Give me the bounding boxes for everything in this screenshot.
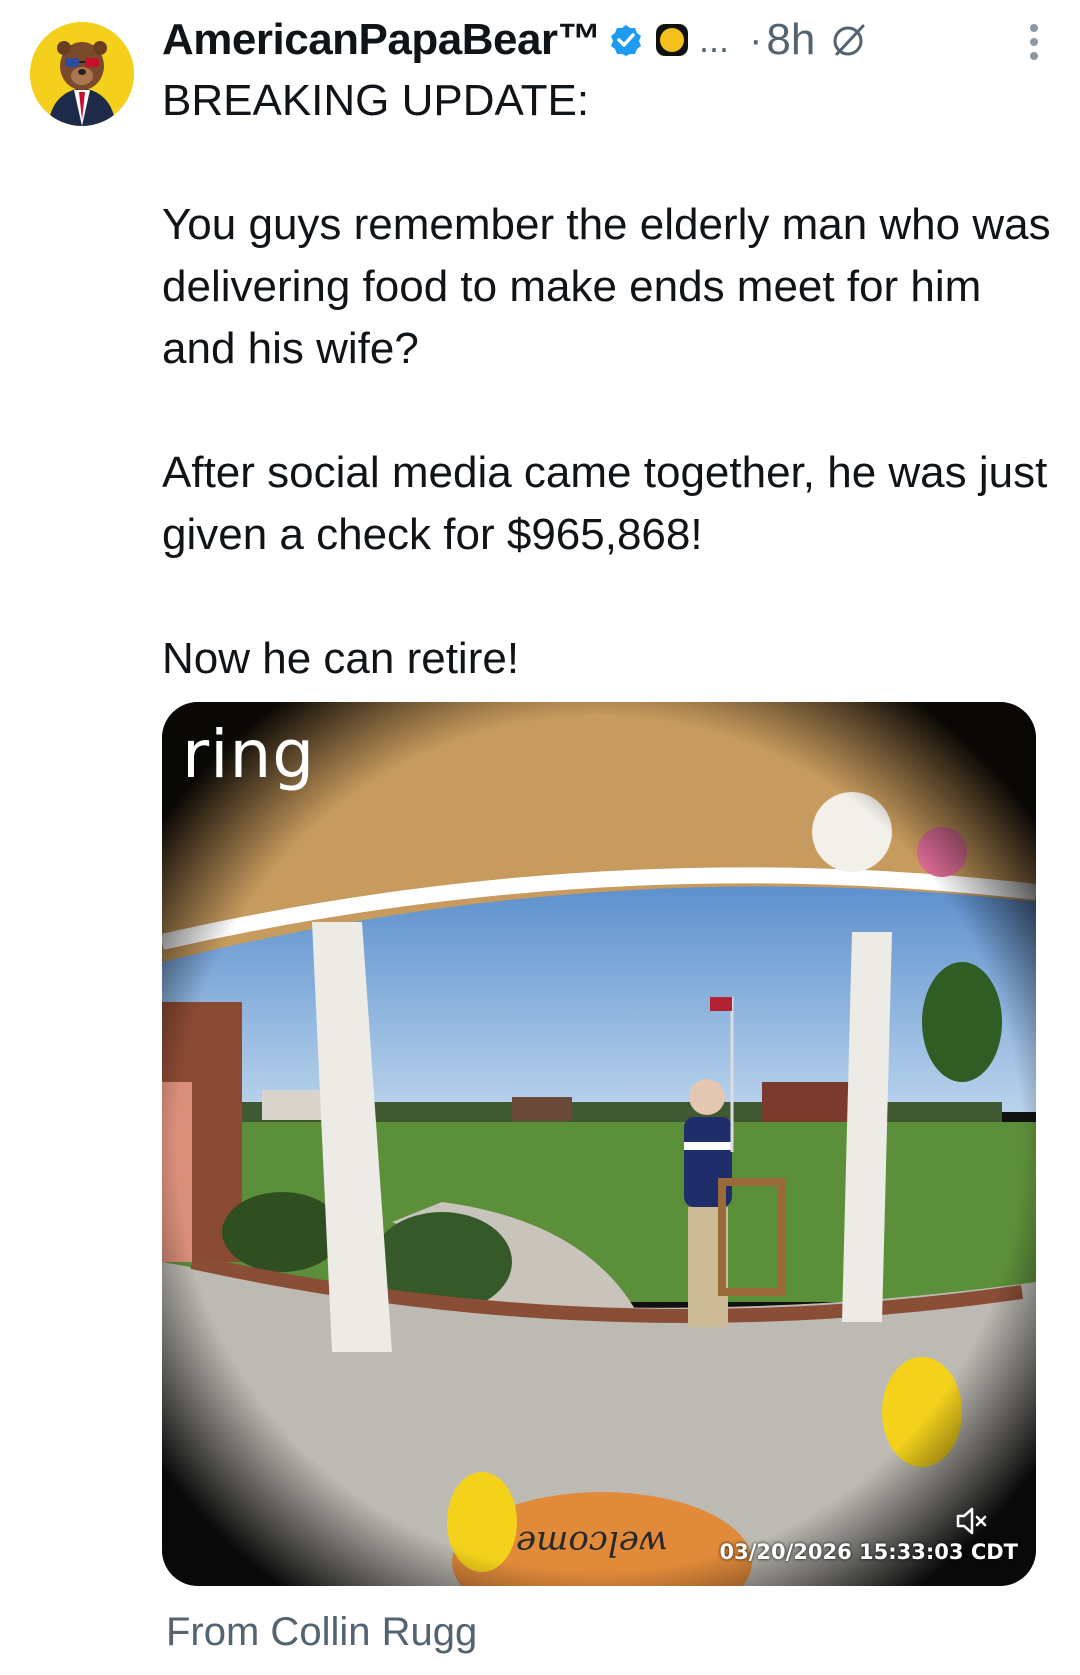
display-name[interactable]: AmericanPapaBear™	[162, 15, 602, 65]
video-player[interactable]: welcome ring 03/20/2026 15:33:03 CDT	[162, 702, 1036, 1586]
doorbell-video-frame: welcome	[162, 702, 1036, 1586]
video-timestamp: 03/20/2026 15:33:03 CDT	[719, 1540, 1019, 1564]
tweet-paragraph: BREAKING UPDATE:	[162, 76, 590, 125]
post-time[interactable]: 8h	[766, 15, 815, 65]
badge-ellipsis: ...	[699, 19, 730, 60]
mute-icon[interactable]	[956, 1506, 990, 1536]
bear-avatar-image	[30, 22, 134, 126]
ring-logo: ring	[182, 716, 316, 793]
more-vertical-icon[interactable]	[1024, 10, 1044, 70]
emoji-badge-icon	[653, 21, 691, 59]
avatar[interactable]	[30, 22, 134, 126]
tweet-header: AmericanPapaBear™ ... · 8h	[162, 12, 1060, 68]
separator-dot: ·	[749, 17, 763, 62]
tweet-paragraph: After social media came together, he was…	[162, 448, 1048, 559]
grok-icon[interactable]	[829, 20, 869, 60]
tweet-body: BREAKING UPDATE: You guys remember the e…	[162, 70, 1052, 690]
tweet-paragraph: Now he can retire!	[162, 634, 520, 683]
media-source-link[interactable]: From Collin Rugg	[166, 1610, 477, 1655]
verified-badge-icon	[609, 23, 643, 57]
tweet-paragraph: You guys remember the elderly man who wa…	[162, 200, 1051, 373]
